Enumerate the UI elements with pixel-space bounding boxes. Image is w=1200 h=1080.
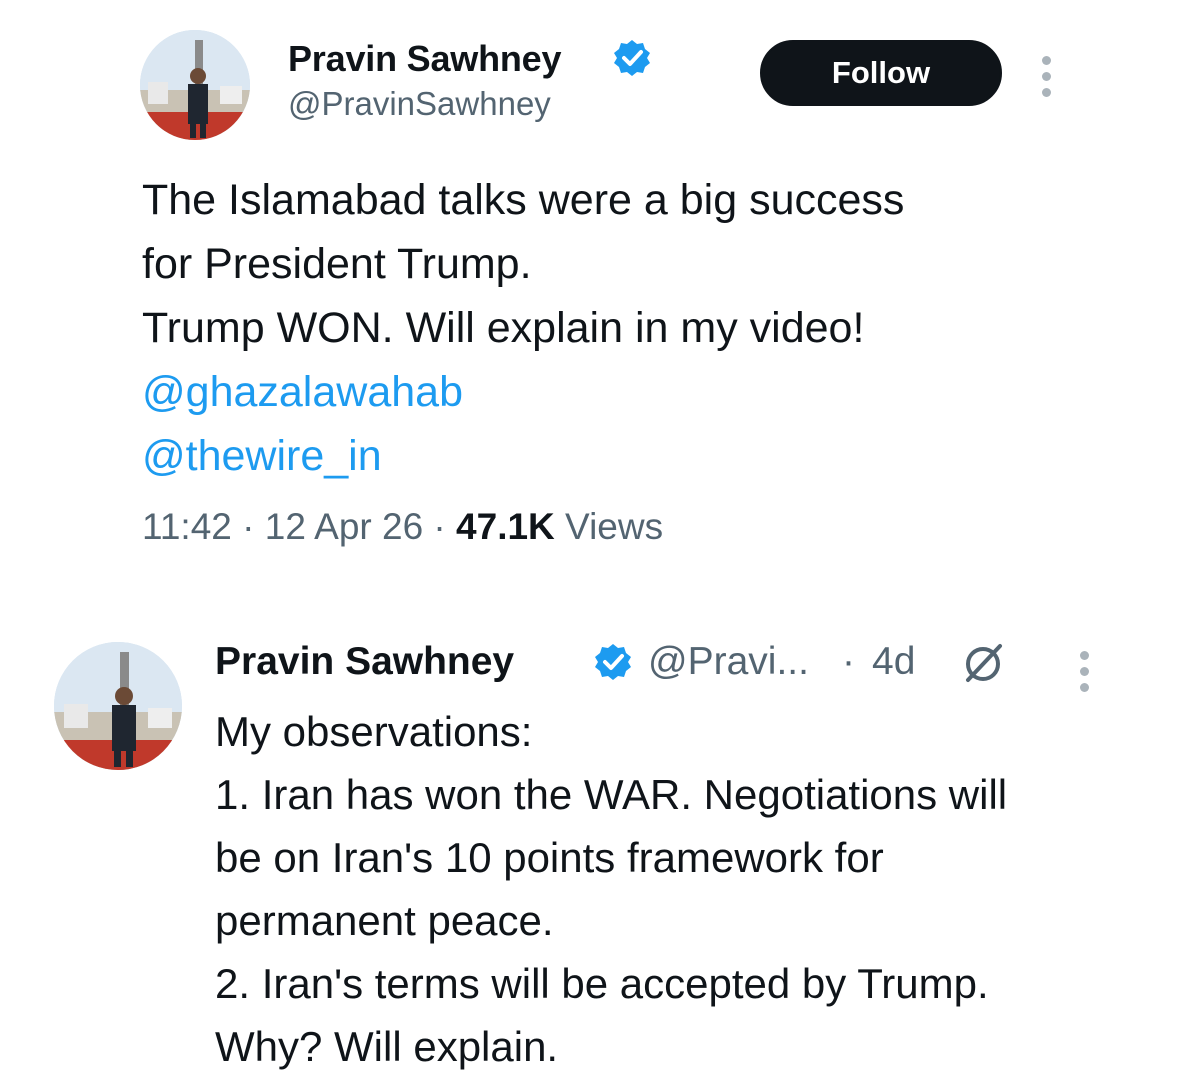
relative-time[interactable]: 4d: [872, 640, 915, 684]
tweet-metadata: 11:42 · 12 Apr 26 · 47.1K Views: [142, 506, 663, 548]
verified-badge-icon: [593, 642, 633, 682]
tweet-text-line: My observations:: [215, 708, 533, 755]
tweet-text-line: Why? Will explain.: [215, 1023, 559, 1070]
tweet-text-line: for President Trump.: [142, 240, 532, 288]
tweet-body: The Islamabad talks were a big success f…: [142, 168, 1162, 488]
separator: ·: [231, 506, 265, 547]
tweet-text-line: Trump WON. Will explain in my video!: [142, 304, 865, 352]
separator: ·: [423, 506, 457, 547]
more-vertical-icon[interactable]: [1042, 56, 1052, 104]
follow-button[interactable]: Follow: [760, 40, 1002, 106]
quoted-tweet-body: My observations: 1. Iran has won the WAR…: [215, 700, 1175, 1078]
tweet-text-line: 1. Iran has won the WAR. Negotiations wi…: [215, 771, 1008, 818]
quoted-author-avatar[interactable]: [54, 642, 182, 770]
views-count: 47.1K: [456, 506, 555, 547]
grok-icon[interactable]: [956, 636, 1010, 690]
tweet-text-line: be on Iran's 10 points framework for: [215, 834, 884, 881]
author-name[interactable]: Pravin Sawhney: [288, 38, 562, 80]
author-avatar[interactable]: [140, 30, 250, 140]
verified-badge-icon: [612, 38, 652, 78]
more-vertical-icon[interactable]: [1080, 651, 1090, 699]
author-handle[interactable]: @PravinSawhney: [288, 85, 551, 123]
quoted-author-name[interactable]: Pravin Sawhney: [215, 640, 514, 684]
tweet-time[interactable]: 11:42: [142, 506, 232, 547]
quoted-author-handle[interactable]: @Pravi...: [648, 640, 809, 684]
tweet-text-line: permanent peace.: [215, 897, 554, 944]
tweet-text-line: 2. Iran's terms will be accepted by Trum…: [215, 960, 989, 1007]
separator: ·: [842, 640, 855, 683]
views-label: Views: [554, 506, 664, 547]
mention-link[interactable]: @ghazalawahab: [142, 360, 1162, 424]
tweet-date[interactable]: 12 Apr 26: [265, 506, 423, 547]
tweet-text-line: The Islamabad talks were a big success: [142, 176, 905, 224]
mention-link[interactable]: @thewire_in: [142, 424, 1162, 488]
